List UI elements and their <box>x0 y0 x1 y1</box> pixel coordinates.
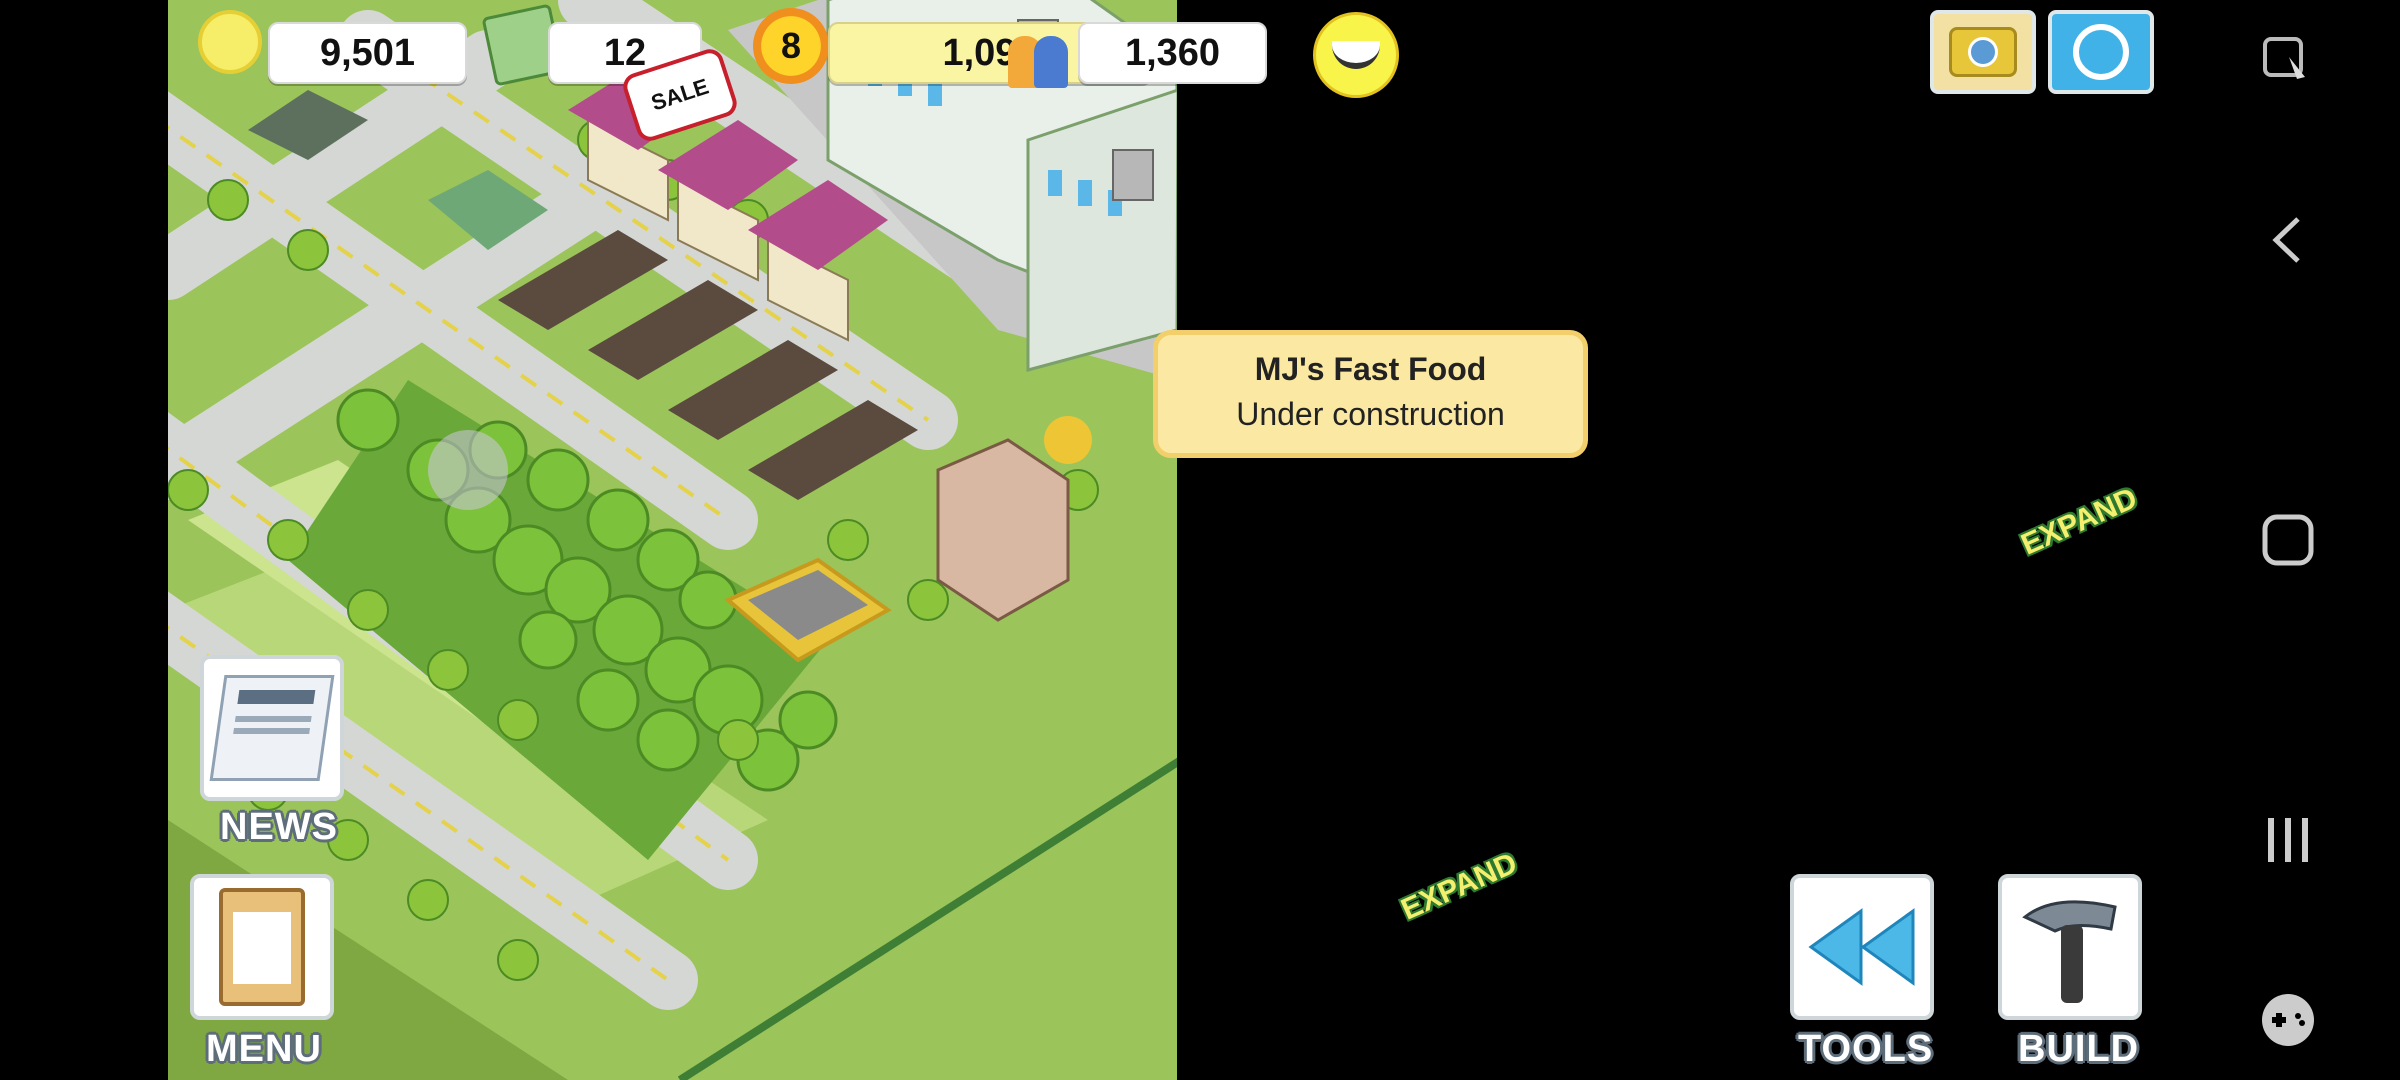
tooltip-title: MJ's Fast Food <box>1254 351 1487 387</box>
population-counter[interactable]: 1,360 <box>1078 22 1267 84</box>
share-icon <box>2073 24 2129 80</box>
home-icon[interactable] <box>2176 500 2400 580</box>
news-label: NEWS <box>220 806 338 848</box>
game-tools-icon[interactable] <box>2176 980 2400 1060</box>
coins-counter[interactable]: 9,501 <box>268 22 467 84</box>
newspaper-icon <box>209 675 335 781</box>
menu-label: MENU <box>206 1028 322 1070</box>
city-map[interactable]: 9,501 12 SALE 8 1,092 1,360 MJ's Fast Fo… <box>168 0 2154 1080</box>
camera-icon <box>1949 27 2017 77</box>
population-icon <box>1008 18 1078 88</box>
coin-icon <box>198 10 262 74</box>
hammer-icon <box>2022 900 2117 1003</box>
expand-label-bottom[interactable]: EXPAND <box>1396 846 1522 927</box>
recent-apps-icon[interactable] <box>2176 800 2400 880</box>
build-label: BUILD <box>2018 1028 2140 1070</box>
system-navigation-bar <box>2176 0 2400 1080</box>
menu-button[interactable] <box>190 874 334 1020</box>
level-star-icon: 8 <box>753 8 829 84</box>
tooltip-subtitle: Under construction <box>1236 396 1505 432</box>
back-icon[interactable] <box>2176 200 2400 280</box>
screen-lock-icon[interactable] <box>2176 20 2400 100</box>
clipboard-icon <box>219 888 305 1006</box>
rewind-icon <box>1808 908 1915 986</box>
tools-label: TOOLS <box>1798 1028 1934 1070</box>
camera-button[interactable] <box>1930 10 2036 94</box>
social-share-button[interactable] <box>2048 10 2154 94</box>
expand-label-right[interactable]: EXPAND <box>2016 481 2142 562</box>
news-button[interactable] <box>200 655 344 801</box>
happiness-smiley-icon[interactable] <box>1313 12 1399 98</box>
building-tooltip[interactable]: MJ's Fast Food Under construction <box>1153 330 1588 458</box>
tools-button[interactable] <box>1790 874 1934 1020</box>
build-button[interactable] <box>1998 874 2142 1020</box>
game-screen: 9,501 12 SALE 8 1,092 1,360 MJ's Fast Fo… <box>0 0 2400 1080</box>
